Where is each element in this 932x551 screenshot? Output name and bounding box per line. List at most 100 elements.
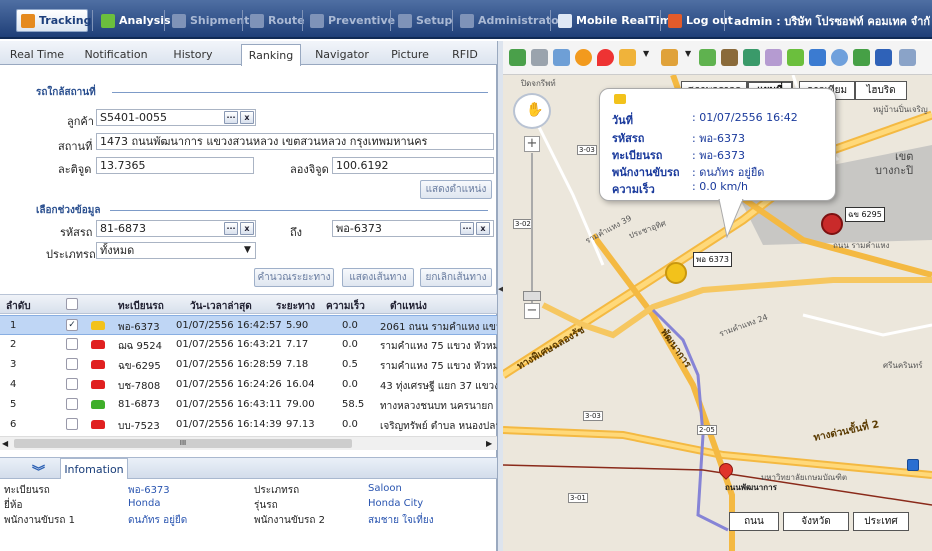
vehicle-marker-red[interactable]	[821, 213, 843, 235]
row-time: 01/07/2556 16:28:59	[176, 359, 282, 370]
back-icon[interactable]	[575, 49, 592, 66]
map-type-hybrid[interactable]: ไฮบริด	[855, 81, 907, 100]
tab-rfid[interactable]: RFID	[441, 44, 489, 65]
province-button[interactable]: จังหวัด	[783, 512, 849, 531]
row-checkbox[interactable]	[66, 418, 78, 430]
place-field[interactable]: 1473 ถนนพัฒนาการ แขวงสวนหลวง เขตสวนหลวง …	[96, 133, 494, 150]
table-row[interactable]: 2 ฌฉ 9524 01/07/2556 16:43:21 7.17 0.0 รามคำแ…	[0, 335, 497, 355]
refresh-icon[interactable]	[787, 49, 804, 66]
col-no[interactable]: ลำดับ	[6, 299, 31, 314]
row-plate: บบ-7523	[118, 421, 160, 432]
plate-to-clear-button[interactable]: x	[476, 222, 490, 235]
vehicle-type-select[interactable]: ทั้งหมด	[96, 242, 256, 259]
col-distance[interactable]: ระยะทาง	[276, 299, 315, 314]
preventive-icon	[310, 13, 324, 28]
row-number: 4	[10, 379, 17, 390]
table-row[interactable]: 6 บบ-7523 01/07/2556 16:14:39 97.13 0.0 เจริญ…	[0, 415, 497, 435]
table-row[interactable]: 5 81-6873 01/07/2556 16:43:11 79.00 58.5 ทางห…	[0, 395, 497, 415]
layer-icon[interactable]	[699, 49, 716, 66]
tab-navigator[interactable]: Navigator	[305, 44, 379, 65]
check-icon[interactable]	[853, 49, 870, 66]
setup-menu-button[interactable]: Setup	[394, 9, 456, 32]
row-checkbox[interactable]	[66, 378, 78, 390]
plate-from-browse-button[interactable]: ···	[224, 222, 238, 235]
col-speed[interactable]: ความเร็ว	[326, 299, 365, 314]
country-button[interactable]: ประเทศ	[853, 512, 909, 531]
col-time[interactable]: วัน-เวลาล่าสุด	[190, 299, 252, 314]
col-plate[interactable]: ทะเบียนรถ	[118, 299, 164, 314]
left-panel: Real Time Notification History Ranking N…	[0, 41, 497, 551]
poi-icon[interactable]	[661, 49, 678, 66]
scroll-thumb[interactable]: III	[14, 439, 352, 448]
save-icon[interactable]	[875, 49, 892, 66]
tab-history[interactable]: History	[162, 44, 224, 65]
horizontal-scrollbar[interactable]: ◀ III ▶	[0, 436, 497, 450]
area-icon[interactable]	[743, 49, 760, 66]
tracking-menu-button[interactable]: Tracking	[16, 9, 91, 32]
help-icon[interactable]	[831, 49, 848, 66]
pan-control[interactable]: ✋	[513, 93, 551, 129]
tab-real-time[interactable]: Real Time	[4, 44, 70, 65]
plate-to-browse-button[interactable]: ···	[460, 222, 474, 235]
collapse-icon[interactable]: ︾	[32, 461, 45, 480]
customer-clear-button[interactable]: x	[240, 111, 254, 124]
latitude-field[interactable]: 13.7365	[96, 157, 254, 174]
calculate-distance-button[interactable]: คำนวณระยะทาง	[254, 268, 334, 287]
table-row[interactable]: 4 บช-7808 01/07/2556 16:24:26 16.04 0.0 43 ทุ…	[0, 375, 497, 395]
preventive-menu-button[interactable]: Preventive	[306, 9, 399, 32]
table-row[interactable]: 1 พอ-6373 01/07/2556 16:42:57 5.90 0.0 2061 ถ…	[0, 315, 497, 335]
show-route-button[interactable]: แสดงเส้นทาง	[342, 268, 414, 287]
administrator-menu-button[interactable]: Administrator	[456, 9, 568, 32]
poi-dropdown-icon[interactable]: ▼	[685, 49, 693, 66]
printer-icon[interactable]	[899, 49, 916, 66]
row-checkbox[interactable]	[66, 398, 78, 410]
map-panel[interactable]: ▼ ▼ ปิดจกรีพท์ หมู่บ้านปิ่นเจริญ เขต บาง…	[503, 41, 932, 551]
select-all-checkbox[interactable]	[66, 298, 78, 310]
row-checkbox[interactable]	[66, 338, 78, 350]
show-position-button[interactable]: แสดงตำแหน่ง	[420, 180, 492, 199]
plate-from-clear-button[interactable]: x	[240, 222, 254, 235]
vehicle-icon[interactable]	[531, 49, 548, 66]
pin-icon[interactable]	[597, 49, 614, 66]
row-location: รามคำแหง 75 แขวง หัวหมาก เ	[380, 341, 497, 352]
tab-ranking[interactable]: Ranking	[241, 44, 301, 66]
print-area-icon[interactable]	[765, 49, 782, 66]
home-dropdown-icon[interactable]: ▼	[643, 49, 651, 66]
longitude-field[interactable]: 100.6192	[332, 157, 494, 174]
scroll-left-icon[interactable]: ◀	[2, 439, 8, 448]
cancel-route-button[interactable]: ยกเลิกเส้นทาง	[420, 268, 492, 287]
pen-icon[interactable]	[553, 49, 570, 66]
col-location[interactable]: ตำแหน่ง	[390, 299, 427, 314]
dropdown-arrow-icon: ▼	[244, 245, 251, 255]
row-number: 1	[10, 320, 17, 331]
row-checkbox[interactable]: ✓	[66, 319, 78, 331]
car-icon	[91, 340, 105, 349]
tab-information[interactable]: Infomation	[60, 458, 128, 479]
row-time: 01/07/2556 16:42:57	[176, 320, 282, 331]
map-label: ถนนพัฒนาการ	[725, 483, 777, 492]
grid-view-icon[interactable]	[509, 49, 526, 66]
customer-browse-button[interactable]: ···	[224, 111, 238, 124]
home-icon[interactable]	[619, 49, 636, 66]
logout-button[interactable]: Log out	[664, 9, 737, 32]
zoom-out-button[interactable]: −	[524, 303, 540, 319]
shipment-menu-button[interactable]: Shipment	[168, 9, 253, 32]
scroll-right-icon[interactable]: ▶	[486, 439, 492, 448]
route-shield: 3-02	[513, 219, 533, 229]
tab-notification[interactable]: Notification	[72, 44, 160, 65]
row-plate: 81-6873	[118, 399, 160, 410]
measure-icon[interactable]	[809, 49, 826, 66]
zoom-slider-handle[interactable]	[523, 291, 541, 301]
popup-code-value: : พอ-6373	[692, 132, 746, 145]
flag-icon[interactable]	[721, 49, 738, 66]
tab-picture[interactable]: Picture	[381, 44, 439, 65]
vehicle-marker-yellow[interactable]	[665, 262, 687, 284]
zoom-track[interactable]	[531, 153, 533, 303]
street-button[interactable]: ถนน	[729, 512, 779, 531]
vehicle-type-label: ประเภทรถ :	[46, 248, 103, 261]
table-row[interactable]: 3 ฉข-6295 01/07/2556 16:28:59 7.18 0.5 รามคำแ…	[0, 355, 497, 375]
analysis-menu-button[interactable]: Analysis	[97, 9, 175, 32]
route-menu-button[interactable]: Route	[246, 9, 309, 32]
row-checkbox[interactable]	[66, 358, 78, 370]
zoom-in-button[interactable]: +	[524, 136, 540, 152]
